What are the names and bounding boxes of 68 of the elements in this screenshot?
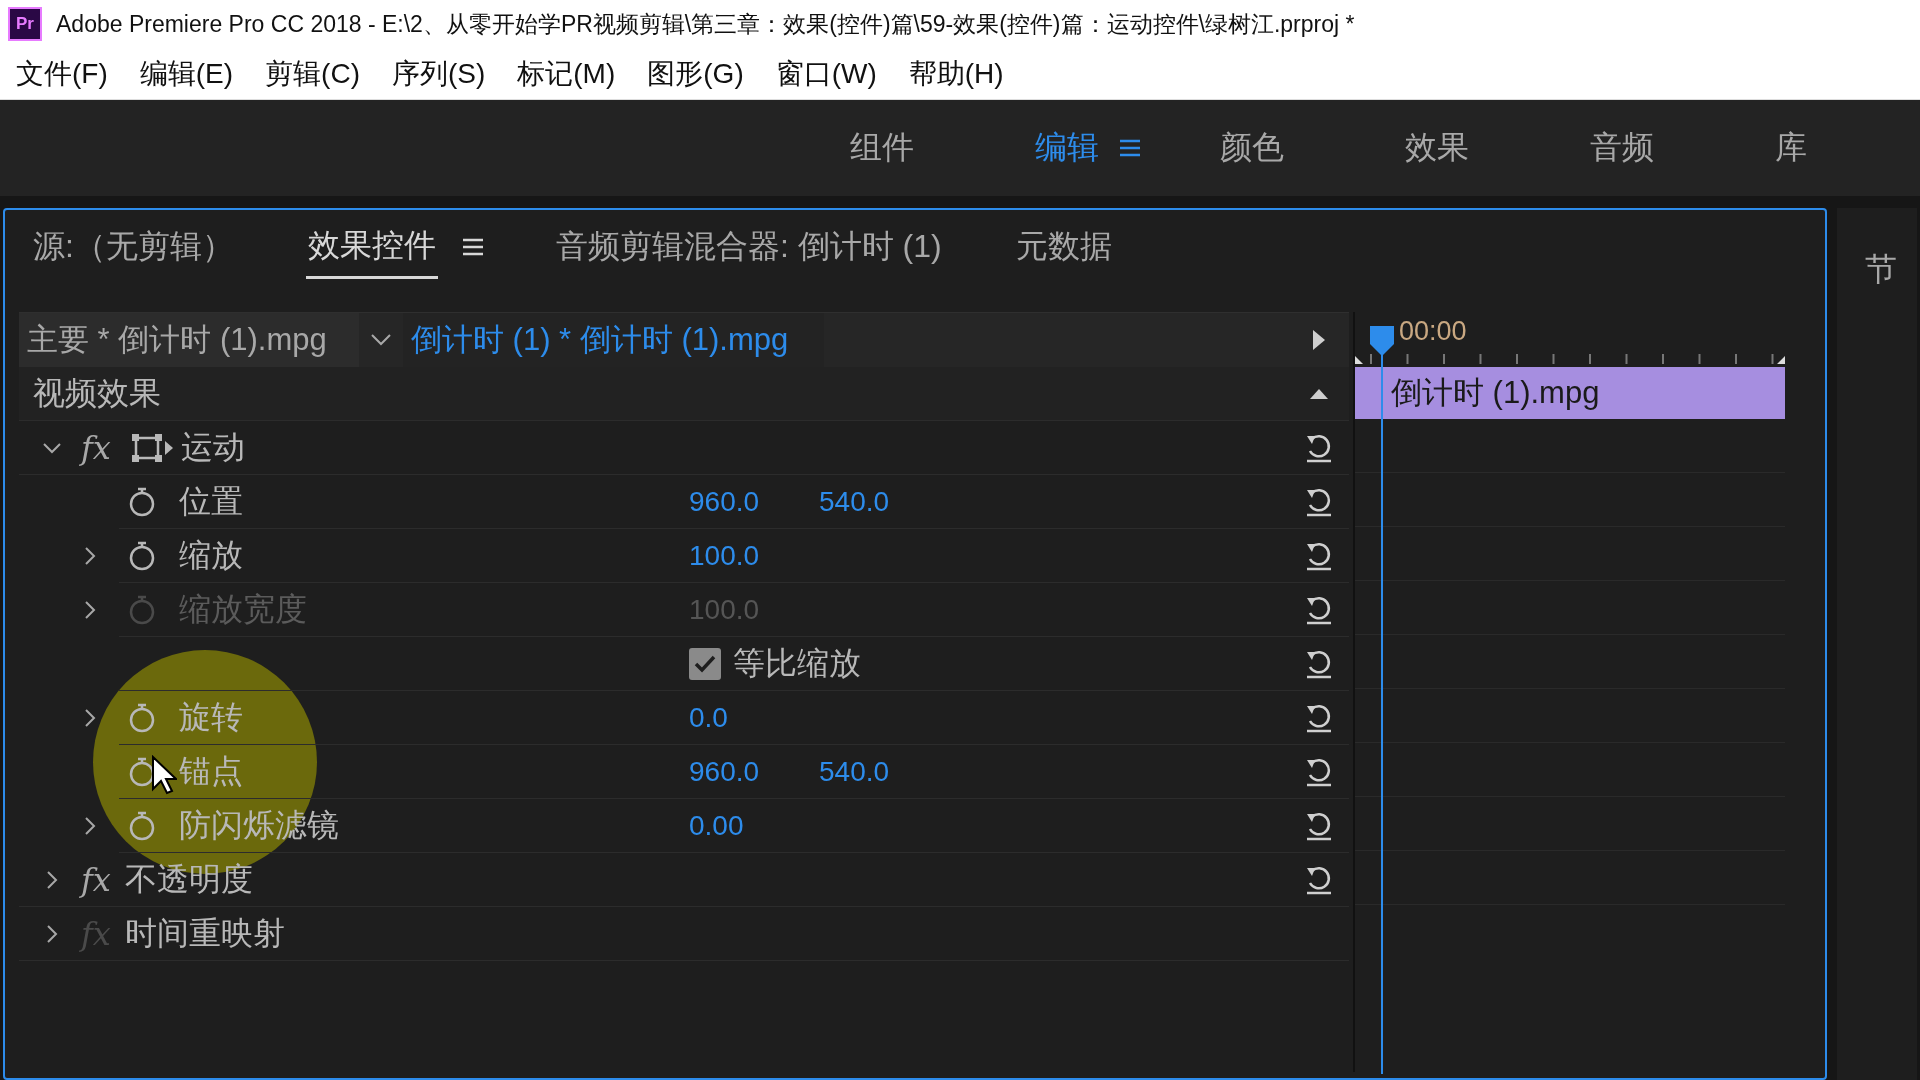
reset-icon[interactable] [1304,432,1334,463]
reset-icon[interactable] [1304,649,1334,679]
property-value[interactable]: 960.0 [689,756,819,788]
menu-item[interactable]: 图形(G) [637,50,754,97]
panel-tab[interactable]: 源:（无剪辑） [31,217,236,277]
menu-item[interactable]: 序列(S) [381,50,496,97]
section-title: 视频效果 [33,373,161,413]
chevron-right-icon[interactable] [84,708,96,728]
reset-icon[interactable] [1304,864,1334,895]
stopwatch-icon[interactable] [128,487,156,517]
workspace-tab[interactable]: 库 [1775,126,1807,170]
panel-tab[interactable]: 节 [1865,251,1897,287]
chevron-down-icon[interactable] [370,333,392,347]
chevron-right-icon[interactable] [46,923,58,944]
effect-name: 时间重映射 [124,913,285,953]
transform-icon[interactable] [130,432,175,463]
menu-item[interactable]: 窗口(W) [765,50,887,97]
app-logo: Pr [8,7,42,41]
property-name: 锚点 [179,752,244,791]
property-name: 位置 [179,482,244,521]
checkbox[interactable] [689,648,721,680]
menu-item[interactable]: 编辑(E) [129,50,244,97]
property-value[interactable]: 540.0 [819,486,949,518]
clip-name: 倒计时 (1).mpg [1391,374,1600,412]
panel-tab[interactable]: 元数据 [1013,217,1114,277]
panel-tab[interactable]: 音频剪辑混合器: 倒计时 (1) [553,217,944,277]
property-value[interactable]: 0.0 [689,702,819,734]
workspace-tab[interactable]: 颜色 [1220,126,1284,170]
property-name: 旋转 [179,698,244,737]
cursor-icon [151,755,177,795]
fx-toggle[interactable]: fx [81,428,111,467]
panel-tab[interactable]: 效果控件 [305,215,438,279]
source-clip-label: 主要 * 倒计时 (1).mpg [19,313,359,367]
property-value[interactable]: 540.0 [819,756,949,788]
fx-toggle[interactable]: fx [81,860,111,899]
menu-item[interactable]: 文件(F) [6,50,118,97]
property-name: 防闪烁滤镜 [179,806,340,845]
reset-icon[interactable] [1304,757,1334,787]
workspace-tab[interactable]: 音频 [1590,126,1654,170]
workspace-tab[interactable]: 组件 [850,126,914,170]
window-title: Adobe Premiere Pro CC 2018 - E:\2、从零开始学PR视频剪辑\第三章：效果(控件)篇\59-效果(控件)篇：运动控件\绿树江.prproj * [56,9,1355,39]
reset-icon[interactable] [1304,595,1334,625]
effect-name: 运动 [180,427,245,467]
property-value[interactable]: 100.0 [689,540,819,572]
property-value[interactable]: 960.0 [689,486,819,518]
property-name: 缩放 [179,536,244,575]
menu-item[interactable]: 帮助(H) [898,50,1014,97]
clip-bar[interactable]: 倒计时 (1).mpg [1355,367,1785,419]
workspace-tab[interactable]: 编辑 [1035,126,1099,170]
workspace-tab[interactable]: 效果 [1405,126,1469,170]
effect-name: 不透明度 [124,859,253,899]
property-value[interactable]: 0.00 [689,810,819,842]
property-name: 缩放宽度 [179,590,308,629]
play-icon[interactable] [1312,329,1326,351]
collapse-arrow-icon[interactable] [1309,387,1329,400]
chevron-right-icon[interactable] [84,546,96,566]
reset-icon[interactable] [1304,811,1334,841]
stopwatch-icon[interactable] [128,541,156,571]
chevron-down-icon[interactable] [42,441,62,454]
menu-item[interactable]: 剪辑(C) [255,50,370,97]
timecode: 00:00 [1399,316,1467,347]
reset-icon[interactable] [1304,541,1334,571]
reset-icon[interactable] [1304,487,1334,517]
checkbox-label: 等比缩放 [733,644,861,683]
menu-item[interactable]: 标记(M) [507,50,626,97]
chevron-right-icon[interactable] [84,816,96,836]
reset-icon[interactable] [1304,703,1334,733]
chevron-right-icon[interactable] [46,869,58,890]
